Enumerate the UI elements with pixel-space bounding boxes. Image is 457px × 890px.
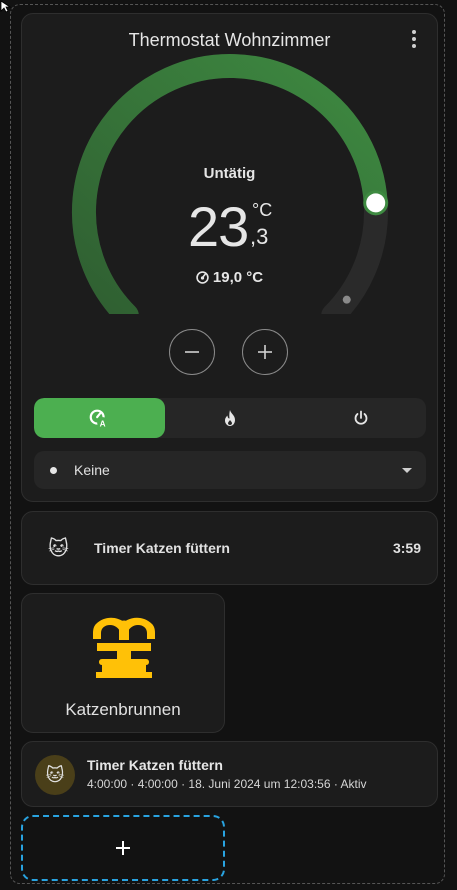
katzenbrunnen-button-card[interactable]: Katzenbrunnen (21, 593, 225, 733)
timer-entity-details: 4:00:00 · 4:00:00 · 18. Juni 2024 um 12:… (87, 777, 367, 791)
target-temperature-integer: 23 (188, 195, 249, 258)
power-icon (354, 410, 367, 425)
preset-mode-value: Keine (74, 462, 110, 478)
increase-temperature-button[interactable] (242, 329, 288, 375)
dots-vertical-icon[interactable] (409, 30, 419, 50)
hvac-mode-bar: A (34, 398, 426, 438)
current-temperature: 19,0 °C (22, 269, 437, 288)
timer-entity-name: Timer Katzen füttern (87, 757, 223, 773)
preset-dot-icon (50, 467, 57, 474)
cat-icon: 🐱 (48, 538, 69, 560)
add-card-button[interactable] (21, 815, 225, 881)
chevron-down-icon (402, 468, 412, 473)
plus-icon (258, 345, 272, 359)
mode-off-button[interactable] (295, 398, 426, 438)
decrease-temperature-button[interactable] (169, 329, 215, 375)
current-temperature-marker (342, 295, 351, 304)
timer-tile-card[interactable]: 🐱 Timer Katzen füttern 3:59 (21, 511, 438, 585)
current-temperature-value: 19,0 °C (212, 269, 264, 286)
katzenbrunnen-label: Katzenbrunnen (65, 700, 181, 719)
mode-heat-button[interactable] (165, 398, 296, 438)
target-temperature-decimal: ,3 (250, 224, 269, 249)
svg-text:A: A (100, 419, 106, 428)
target-temperature-unit: °C (252, 200, 273, 220)
cat-icon: 🐱 (35, 755, 75, 795)
minus-icon (185, 351, 199, 353)
target-handle (363, 190, 389, 216)
thermometer-gauge-icon (196, 271, 209, 288)
fire-icon (225, 410, 235, 426)
timer-tile-name: Timer Katzen füttern (94, 540, 230, 556)
timer-entity-card[interactable]: 🐱 Timer Katzen füttern 4:00:00 · 4:00:00… (21, 741, 438, 807)
timer-tile-state: 3:59 (392, 540, 421, 556)
plus-icon (116, 841, 130, 855)
thermostat-auto-icon: A (89, 409, 109, 428)
target-temperature: 23 °C ,3 (188, 194, 278, 264)
fountain-icon (93, 617, 155, 678)
thermostat-title: Thermostat Wohnzimmer (128, 30, 331, 50)
thermostat-card: Thermostat Wohnzimmer Untätig 23 °C ,3 1… (21, 13, 438, 502)
preset-mode-select[interactable]: Keine (34, 451, 426, 489)
mode-auto-button[interactable]: A (34, 398, 165, 438)
hvac-action-label: Untätig (203, 165, 256, 182)
